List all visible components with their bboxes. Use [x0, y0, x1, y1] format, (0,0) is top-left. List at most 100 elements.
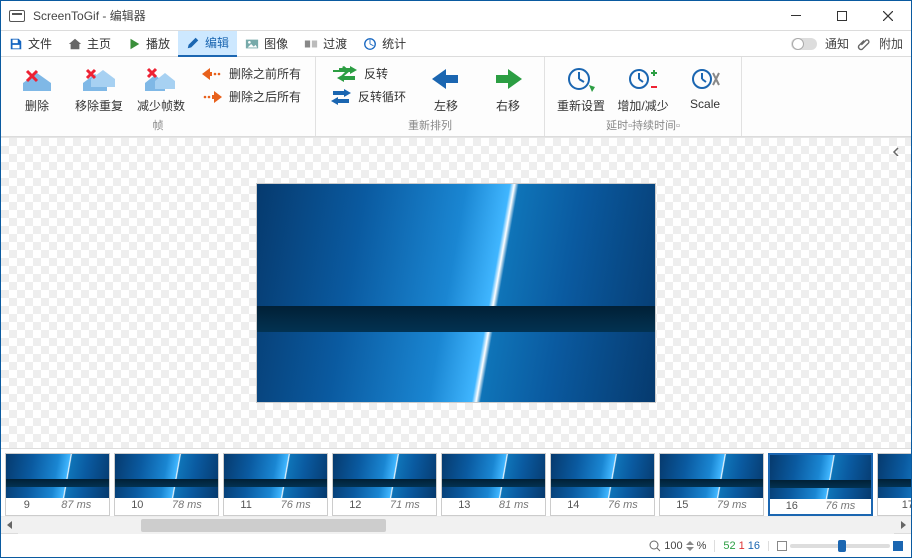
- frame-index: 9: [24, 499, 30, 511]
- frame-delay: 76 ms: [608, 499, 638, 511]
- frame-thumb: [6, 454, 109, 498]
- zoom-in-button[interactable]: [893, 541, 903, 551]
- move-left-button[interactable]: 左移: [418, 63, 474, 116]
- frame-item[interactable]: 11 76 ms: [223, 453, 328, 516]
- frame-item[interactable]: 13 81 ms: [441, 453, 546, 516]
- frame-index: 14: [567, 499, 579, 511]
- ribbon-group-reorder: 反转 反转循环 左移 右移 重新排列: [316, 57, 545, 136]
- reset-delay-button[interactable]: 重新设置: [553, 63, 609, 116]
- pencil-icon: [186, 36, 200, 50]
- arrow-right-icon: [492, 65, 524, 93]
- frame-item[interactable]: 1078 ms: [114, 453, 219, 516]
- frame-list[interactable]: 987 ms 1078 ms 11 76 ms 1271 ms 13 81 ms 14 76 m…: [1, 449, 911, 516]
- frame-index: 13: [458, 499, 470, 511]
- window-controls: [773, 1, 911, 31]
- menu-image[interactable]: 图像: [237, 31, 296, 57]
- stats-icon: [363, 37, 377, 51]
- close-button[interactable]: [865, 1, 911, 31]
- frame-item[interactable]: 1676 ms: [768, 453, 873, 516]
- current-frame: 16: [748, 540, 760, 552]
- menubar-right: 通知 附加: [791, 35, 911, 52]
- frame-delay: 76 ms: [281, 499, 311, 511]
- group-reorder-label: 重新排列: [324, 118, 536, 134]
- delete-label: 删除: [25, 97, 49, 114]
- ribbon: 删除 移除重复 减少帧数 删除之前所有: [1, 57, 911, 137]
- ribbon-group-frame: 删除 移除重复 减少帧数 删除之前所有: [1, 57, 316, 136]
- frame-thumb: [224, 454, 327, 498]
- inc-dec-button[interactable]: 增加/减少: [615, 63, 671, 116]
- frame-item[interactable]: 17: [877, 453, 911, 516]
- zoom-unit: %: [697, 540, 707, 552]
- delete-before-label: 删除之前所有: [229, 65, 301, 82]
- total-frames: 52: [723, 540, 735, 552]
- ribbon-collapse-button[interactable]: [887, 142, 905, 160]
- frame-meta: 14 76 ms: [551, 498, 654, 513]
- play-icon: [127, 37, 141, 51]
- remove-dup-button[interactable]: 移除重复: [71, 63, 127, 116]
- transition-icon: [304, 37, 318, 51]
- frame-meta: 11 76 ms: [224, 498, 327, 513]
- frame-item[interactable]: 1271 ms: [332, 453, 437, 516]
- menu-file-label: 文件: [28, 35, 52, 52]
- menu-stats-label: 统计: [382, 35, 406, 52]
- maximize-button[interactable]: [819, 1, 865, 31]
- frame-delay: 71 ms: [390, 499, 420, 511]
- frame-thumb: [333, 454, 436, 498]
- move-right-button[interactable]: 右移: [480, 63, 536, 116]
- reverse-loop-button[interactable]: 反转循环: [324, 86, 412, 107]
- frame-index: 11: [240, 499, 251, 511]
- zoom-slider-group: [768, 541, 903, 551]
- zoom-stepper-icon[interactable]: [686, 540, 694, 552]
- scroll-thumb[interactable]: [141, 519, 386, 532]
- frame-thumb: [442, 454, 545, 498]
- scroll-right-button[interactable]: [894, 517, 911, 534]
- delete-icon: [21, 65, 53, 93]
- delete-button[interactable]: 删除: [9, 63, 65, 116]
- frame-counters: 52 1 16: [714, 540, 760, 552]
- menu-edit[interactable]: 编辑: [178, 31, 237, 57]
- zoom-control[interactable]: 100 %: [649, 540, 706, 552]
- arrow-right-dotted-icon: [201, 89, 223, 105]
- reverse-button[interactable]: 反转: [324, 63, 412, 84]
- frame-strip: 987 ms 1078 ms 11 76 ms 1271 ms 13 81 ms 14 76 m…: [1, 448, 911, 533]
- frame-thumb: [660, 454, 763, 498]
- frame-meta: 1676 ms: [770, 499, 871, 514]
- clock-plus-minus-icon: [627, 65, 659, 93]
- menu-play[interactable]: 播放: [119, 31, 178, 57]
- menu-transition[interactable]: 过渡: [296, 31, 355, 57]
- preview-area[interactable]: [1, 137, 911, 448]
- reverse-label: 反转: [364, 65, 388, 82]
- scroll-track[interactable]: [18, 517, 894, 534]
- frame-delay: 79 ms: [717, 499, 747, 511]
- reverse-loop-icon: [330, 89, 352, 105]
- minimize-button[interactable]: [773, 1, 819, 31]
- frame-thumb: [551, 454, 654, 498]
- frame-meta: 1078 ms: [115, 498, 218, 513]
- zoom-out-button[interactable]: [777, 541, 787, 551]
- frame-item[interactable]: 1579 ms: [659, 453, 764, 516]
- frame-scrollbar[interactable]: [1, 516, 911, 533]
- menu-stats[interactable]: 统计: [355, 31, 414, 57]
- scale-button[interactable]: Scale: [677, 63, 733, 116]
- delete-before-button[interactable]: 删除之前所有: [195, 63, 307, 84]
- frame-meta: 13 81 ms: [442, 498, 545, 513]
- notify-toggle[interactable]: [791, 38, 817, 50]
- reduce-frames-button[interactable]: 减少帧数: [133, 63, 189, 116]
- delete-after-button[interactable]: 删除之后所有: [195, 86, 307, 107]
- scroll-left-button[interactable]: [1, 517, 18, 534]
- menu-home[interactable]: 主页: [60, 31, 119, 57]
- menu-edit-label: 编辑: [205, 34, 229, 51]
- titlebar: ScreenToGif - 编辑器: [1, 1, 911, 31]
- zoom-value: 100: [664, 540, 682, 552]
- attach-label[interactable]: 附加: [879, 35, 903, 52]
- menu-file[interactable]: 文件: [1, 31, 60, 57]
- frame-item[interactable]: 14 76 ms: [550, 453, 655, 516]
- frame-item[interactable]: 987 ms: [5, 453, 110, 516]
- reduce-frames-icon: [145, 65, 177, 93]
- remove-dup-label: 移除重复: [75, 97, 123, 114]
- frame-thumb: [770, 455, 871, 499]
- move-right-label: 右移: [496, 97, 520, 114]
- zoom-slider[interactable]: [790, 544, 890, 548]
- frame-delay: 76 ms: [825, 500, 855, 512]
- frame-delay: 81 ms: [499, 499, 529, 511]
